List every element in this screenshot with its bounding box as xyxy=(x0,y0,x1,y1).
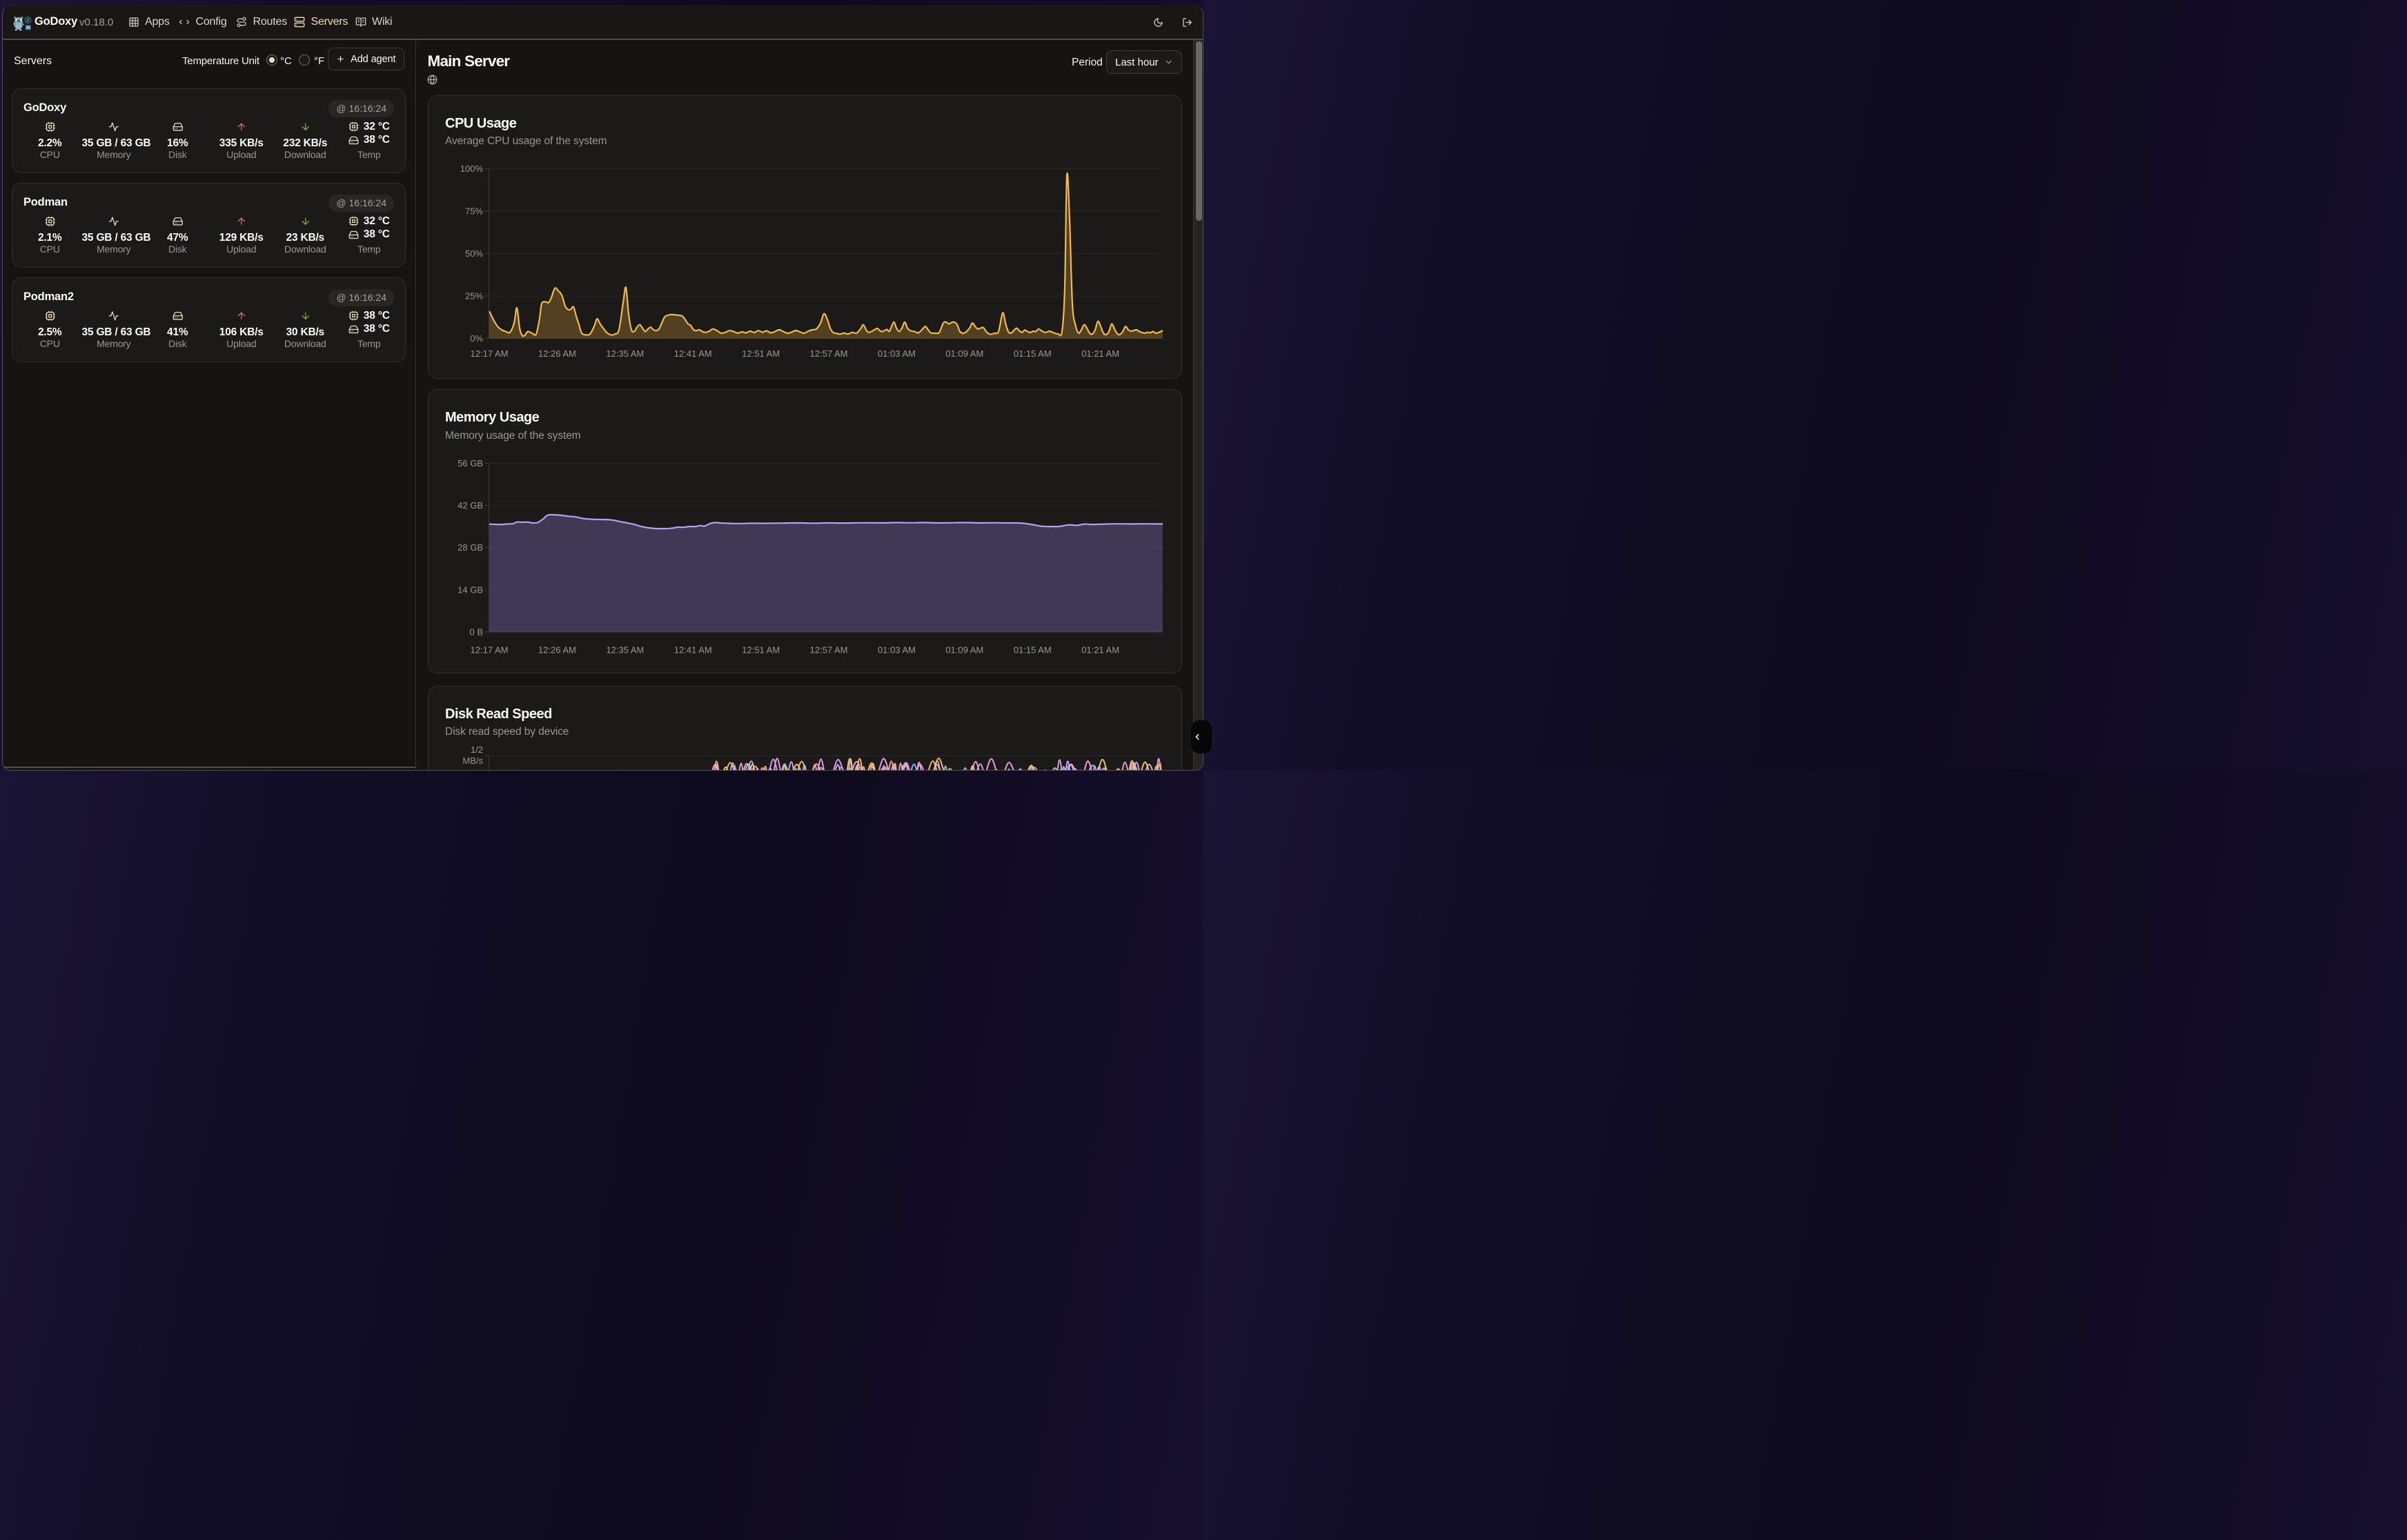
svg-text:01:15 AM: 01:15 AM xyxy=(1014,348,1052,359)
svg-text:01:21 AM: 01:21 AM xyxy=(1081,348,1119,359)
svg-text:12:17 AM: 12:17 AM xyxy=(471,645,509,655)
svg-text:MB/s: MB/s xyxy=(462,756,483,766)
svg-text:12:35 AM: 12:35 AM xyxy=(606,645,644,655)
svg-text:01:03 AM: 01:03 AM xyxy=(878,348,916,359)
svg-text:28 GB: 28 GB xyxy=(458,543,483,553)
svg-text:1/2: 1/2 xyxy=(471,744,483,755)
svg-text:01:03 AM: 01:03 AM xyxy=(878,645,916,655)
svg-text:12:51 AM: 12:51 AM xyxy=(742,348,780,359)
svg-text:12:57 AM: 12:57 AM xyxy=(810,645,848,655)
svg-text:25%: 25% xyxy=(465,290,483,301)
svg-text:0 B: 0 B xyxy=(469,627,483,638)
svg-text:56 GB: 56 GB xyxy=(458,458,483,468)
svg-text:01:15 AM: 01:15 AM xyxy=(1014,645,1052,655)
svg-text:12:26 AM: 12:26 AM xyxy=(538,348,576,359)
svg-text:12:26 AM: 12:26 AM xyxy=(538,645,576,655)
svg-text:100%: 100% xyxy=(460,164,484,174)
svg-text:14 GB: 14 GB xyxy=(458,585,483,595)
svg-text:0%: 0% xyxy=(470,333,483,344)
svg-text:75%: 75% xyxy=(465,206,483,216)
svg-text:12:41 AM: 12:41 AM xyxy=(674,645,712,655)
svg-text:01:09 AM: 01:09 AM xyxy=(945,348,983,359)
svg-text:12:51 AM: 12:51 AM xyxy=(742,645,780,655)
svg-text:50%: 50% xyxy=(465,248,483,259)
svg-text:12:35 AM: 12:35 AM xyxy=(606,348,644,359)
svg-text:01:09 AM: 01:09 AM xyxy=(945,645,983,655)
svg-text:01:21 AM: 01:21 AM xyxy=(1081,645,1119,655)
svg-text:42 GB: 42 GB xyxy=(458,501,483,511)
svg-text:12:41 AM: 12:41 AM xyxy=(674,348,712,359)
svg-text:12:57 AM: 12:57 AM xyxy=(810,348,848,359)
svg-text:12:17 AM: 12:17 AM xyxy=(471,348,509,359)
